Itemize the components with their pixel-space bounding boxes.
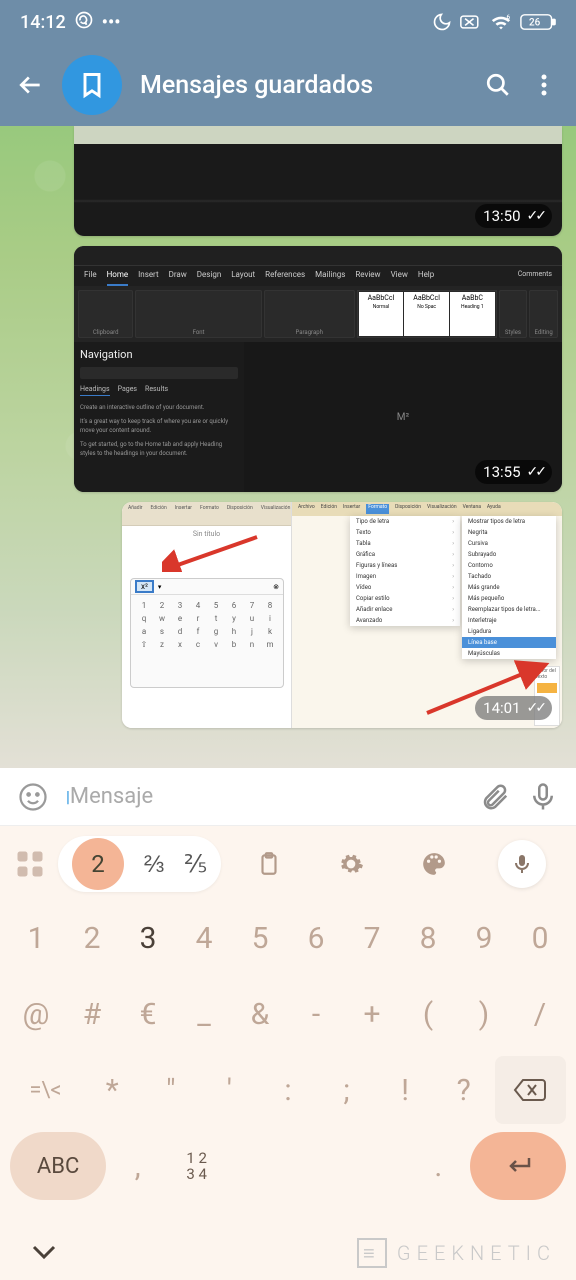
- key-plus[interactable]: +: [346, 980, 398, 1048]
- search-button[interactable]: [484, 71, 512, 99]
- key-slash[interactable]: /: [514, 980, 566, 1048]
- key-6[interactable]: 6: [290, 904, 342, 972]
- message-1-time: 13:50✓✓: [475, 204, 552, 228]
- key-numpad[interactable]: 1 23 4: [169, 1132, 224, 1200]
- clipboard-button[interactable]: [250, 845, 288, 883]
- moon-icon: [432, 12, 452, 32]
- key-euro[interactable]: €: [122, 980, 174, 1048]
- message-1[interactable]: 13:50✓✓: [74, 126, 562, 236]
- voice-button[interactable]: [528, 782, 558, 812]
- message-input[interactable]: [70, 784, 462, 809]
- key-rparen[interactable]: ): [458, 980, 510, 1048]
- key-row-4: ABC , 1 23 4 .: [0, 1124, 576, 1200]
- key-ampersand[interactable]: &: [234, 980, 286, 1048]
- app-bar: Mensajes guardados: [0, 44, 576, 126]
- key-space[interactable]: [228, 1132, 407, 1200]
- key-lparen[interactable]: (: [402, 980, 454, 1048]
- key-row-3: =\< * " ' : ; ! ?: [0, 1048, 576, 1124]
- key-9[interactable]: 9: [458, 904, 510, 972]
- suggestion-alt-2[interactable]: ⅖: [184, 850, 207, 878]
- key-comma[interactable]: ,: [110, 1132, 165, 1200]
- key-1[interactable]: 1: [10, 904, 62, 972]
- settings-button[interactable]: [332, 845, 370, 883]
- saved-messages-avatar[interactable]: [62, 55, 122, 115]
- app-grid-button[interactable]: [8, 842, 52, 886]
- message-2[interactable]: FileHomeInsertDrawDesignLayoutReferences…: [74, 246, 562, 492]
- suggestion-alt-1[interactable]: ⅔: [144, 850, 164, 879]
- attach-button[interactable]: [480, 782, 510, 812]
- key-8[interactable]: 8: [402, 904, 454, 972]
- key-colon[interactable]: :: [261, 1056, 316, 1124]
- watermark: ≡ GEEKNETIC: [357, 1238, 556, 1268]
- keyboard-hide-button[interactable]: [30, 1243, 58, 1265]
- chat-messages-area[interactable]: 13:50✓✓ FileHomeInsertDrawDesignLayoutRe…: [0, 126, 576, 768]
- key-dquote[interactable]: ": [144, 1056, 199, 1124]
- keyboard: 2 ⅔ ⅖ 1 2 3 4 5 6 7 8 9 0 @ # € _ & - + …: [0, 826, 576, 1280]
- key-4[interactable]: 4: [178, 904, 230, 972]
- message-3-time: 14:01✓✓: [475, 696, 552, 720]
- key-bang[interactable]: !: [378, 1056, 433, 1124]
- message-input-bar: |: [0, 768, 576, 826]
- svg-text:26: 26: [529, 18, 541, 29]
- emoji-button[interactable]: [18, 782, 48, 812]
- key-hash[interactable]: #: [66, 980, 118, 1048]
- message-3[interactable]: AñadirEdiciónInsertarFormatoDisposiciónV…: [122, 502, 562, 728]
- key-question[interactable]: ?: [436, 1056, 491, 1124]
- key-underscore[interactable]: _: [178, 980, 230, 1048]
- wifi-icon: 6: [490, 12, 512, 32]
- more-dots-icon: •••: [102, 12, 121, 33]
- key-squote[interactable]: ': [202, 1056, 257, 1124]
- message-3-thumbnail: AñadirEdiciónInsertarFormatoDisposiciónV…: [122, 502, 562, 728]
- status-time: 14:12: [20, 12, 66, 33]
- key-2[interactable]: 2: [66, 904, 118, 972]
- key-0[interactable]: 0: [514, 904, 566, 972]
- key-semicolon[interactable]: ;: [319, 1056, 374, 1124]
- palette-button[interactable]: [415, 845, 453, 883]
- key-row-2: @ # € _ & - + ( ) /: [0, 972, 576, 1048]
- menu-button[interactable]: [530, 71, 558, 99]
- chat-title[interactable]: Mensajes guardados: [140, 71, 466, 100]
- suggestion-pill: 2 ⅔ ⅖: [58, 836, 221, 892]
- suggestion-primary[interactable]: 2: [72, 838, 124, 890]
- watermark-text: GEEKNETIC: [397, 1241, 556, 1265]
- whatsapp-icon: [74, 10, 94, 35]
- watermark-logo-icon: ≡: [357, 1238, 387, 1268]
- battery-icon: 26: [520, 13, 556, 31]
- back-button[interactable]: [18, 72, 44, 98]
- data-off-icon: [460, 12, 482, 32]
- key-at[interactable]: @: [10, 980, 62, 1048]
- key-symbols[interactable]: =\<: [10, 1056, 81, 1124]
- key-abc[interactable]: ABC: [10, 1132, 106, 1200]
- suggestion-bar: 2 ⅔ ⅖: [0, 832, 576, 896]
- status-bar: 14:12 ••• 6 26: [0, 0, 576, 44]
- key-7[interactable]: 7: [346, 904, 398, 972]
- key-5[interactable]: 5: [234, 904, 286, 972]
- key-star[interactable]: *: [85, 1056, 140, 1124]
- key-row-1: 1 2 3 4 5 6 7 8 9 0: [0, 896, 576, 972]
- key-backspace[interactable]: [495, 1056, 566, 1124]
- svg-text:6: 6: [507, 13, 511, 21]
- key-period[interactable]: .: [411, 1132, 466, 1200]
- message-2-thumbnail: FileHomeInsertDrawDesignLayoutReferences…: [74, 246, 562, 492]
- message-2-time: 13:55✓✓: [475, 460, 552, 484]
- key-minus[interactable]: -: [290, 980, 342, 1048]
- key-3[interactable]: 3: [122, 904, 174, 972]
- key-enter[interactable]: [470, 1132, 566, 1200]
- keyboard-voice-button[interactable]: [498, 840, 546, 888]
